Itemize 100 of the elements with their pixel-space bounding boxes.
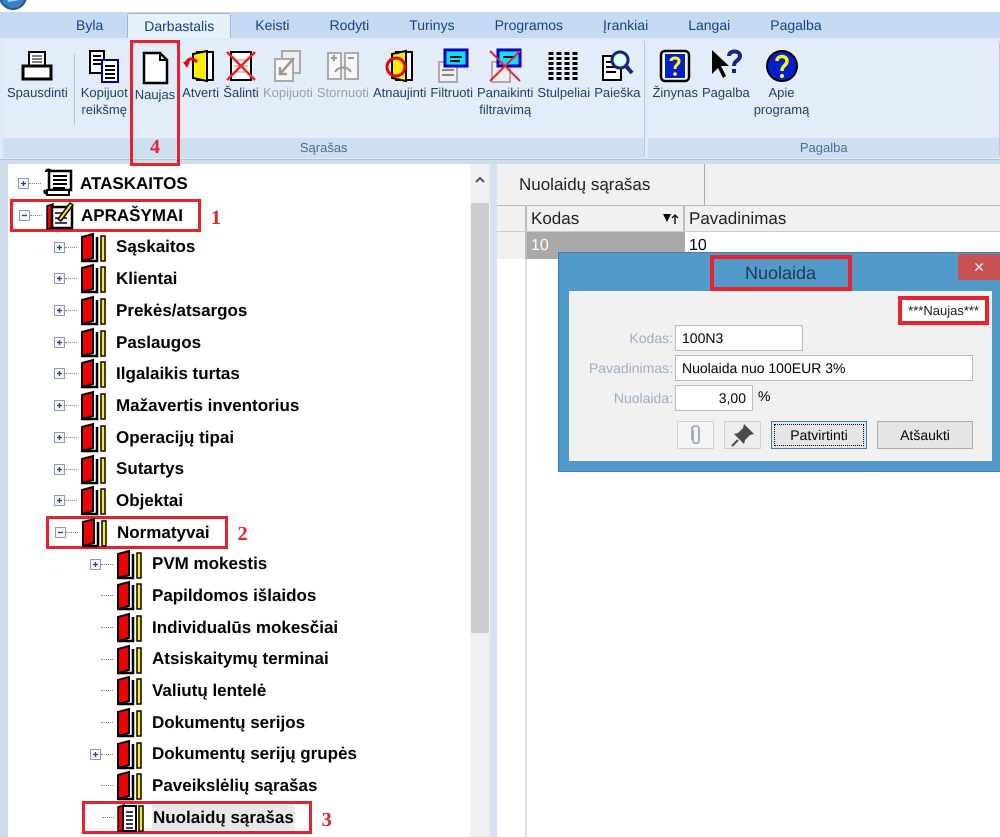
book-icon (115, 738, 145, 770)
expand-icon[interactable] (54, 495, 65, 506)
book-icon (115, 707, 145, 738)
column-header[interactable]: Pavadinimas (685, 206, 1000, 231)
expand-icon[interactable] (90, 748, 101, 760)
tree-item[interactable]: APRAŠYMAI (80, 202, 184, 228)
book-icon (115, 580, 145, 612)
tree-item[interactable]: Individualūs mokesčiai (151, 614, 340, 640)
tree-item[interactable]: Operacijų tipai (115, 424, 236, 450)
ribbon-tab[interactable]: Rodyti (310, 13, 390, 38)
tree-item[interactable]: Valiutų lentelė (151, 678, 268, 704)
book-icon (115, 675, 145, 706)
toolbar-button[interactable]: Žinynas (650, 48, 700, 101)
ribbon-tab[interactable]: Įrankiai (583, 13, 668, 38)
toolbar-button[interactable]: Atnaujinti (370, 48, 428, 101)
dialog-button[interactable]: Patvirtinti (771, 421, 867, 449)
toolbar-button[interactable]: Stulpeliai (535, 48, 592, 101)
book-icon (115, 770, 145, 802)
tree-item[interactable]: PVM mokestis (151, 551, 268, 577)
tree-item[interactable]: Papildomos išlaidos (151, 583, 318, 609)
expand-icon[interactable] (18, 178, 29, 190)
collapse-icon[interactable] (55, 526, 66, 538)
field-label: Nuolaida: (612, 388, 674, 408)
callout-number: 4 (150, 136, 160, 158)
field-label: Kodas: (628, 328, 674, 348)
book-icon (115, 548, 145, 580)
ribbon-tab[interactable]: Pagalba (750, 13, 842, 38)
dialog-title: Nuolaida (710, 255, 852, 291)
toolbar-button[interactable]: Atverti (180, 48, 222, 101)
expand-icon[interactable] (54, 464, 65, 475)
expand-icon[interactable] (54, 336, 65, 348)
tree-item[interactable]: Sąskaitos (115, 234, 196, 260)
expand-icon[interactable] (54, 432, 65, 443)
tree-item[interactable]: Sutartys (115, 456, 186, 482)
search-icon (599, 48, 636, 84)
toolbar-button[interactable]: Spausdinti (5, 48, 70, 101)
tree-item[interactable]: Dokumentų serijos (151, 710, 306, 736)
ribbon-tab[interactable]: Byla (56, 13, 124, 38)
book-icon (79, 358, 109, 390)
tree-item[interactable]: Paslaugos (115, 330, 202, 356)
expand-icon[interactable] (54, 400, 65, 412)
ribbon-tab[interactable]: Turinys (389, 13, 475, 38)
tree-item[interactable]: Objektai (115, 488, 184, 514)
toolbar-button[interactable]: Filtruoti (428, 48, 476, 101)
toolbar-button[interactable]: Pagalba (700, 48, 752, 101)
tree-item[interactable]: Klientai (115, 266, 178, 292)
callout-number: 2 (238, 523, 248, 546)
expand-icon[interactable] (54, 368, 65, 380)
tree-item[interactable]: Dokumentų serijų grupės (151, 741, 358, 767)
crossed-filter-icon (487, 48, 524, 84)
book-icon (79, 263, 109, 294)
scrollbar[interactable] (470, 164, 490, 837)
book-icon (79, 326, 109, 358)
close-button[interactable]: × (958, 254, 1000, 280)
scrollbar-thumb[interactable] (471, 203, 489, 633)
dialog-button[interactable]: Atšaukti (877, 421, 973, 449)
table-cell-text: 10 (688, 236, 708, 256)
question-book-icon (657, 48, 694, 84)
toolbar-button[interactable]: Paieška (592, 48, 642, 101)
ribbon-tab[interactable]: Langai (668, 13, 750, 38)
book-icon (79, 390, 109, 422)
callout-number: 3 (322, 808, 332, 831)
unit-label: % (758, 386, 770, 406)
input-field[interactable]: 3,00 (675, 385, 753, 411)
list-book-icon (116, 802, 146, 834)
collapse-icon[interactable] (19, 210, 30, 222)
toolbar-button[interactable]: Šalinti (221, 48, 262, 101)
expand-icon[interactable] (90, 558, 101, 570)
tree-item[interactable]: Atsiskaitymų terminai (151, 646, 330, 672)
tree-item[interactable]: Mažavertis inventorius (115, 392, 300, 418)
notepad-pencil-icon (44, 200, 74, 232)
scroll-up-icon[interactable] (475, 176, 485, 183)
tree-item[interactable]: Ilgalaikis turtas (115, 361, 241, 387)
expand-icon[interactable] (54, 305, 65, 316)
sort-icon[interactable] (663, 212, 679, 224)
ribbon-tab[interactable]: Keisti (235, 13, 310, 38)
tree-item[interactable]: Prekės/atsargos (115, 298, 248, 324)
toolbar-button[interactable]: Naujas (132, 50, 178, 103)
book-icon (79, 422, 109, 453)
icon-button[interactable] (724, 421, 761, 449)
toolbar-button[interactable]: Kopijuot reikšmę (78, 48, 130, 118)
book-icon (80, 516, 110, 548)
book-icon (115, 644, 145, 675)
callout-number: 1 (211, 206, 222, 229)
group-label: Pagalba (648, 138, 999, 158)
expand-icon[interactable] (54, 242, 65, 253)
pushpin-icon (730, 422, 756, 448)
input-field[interactable]: 100N3 (675, 325, 803, 351)
ribbon-tab[interactable]: Programos (474, 13, 584, 38)
book-icon (115, 612, 145, 643)
input-field[interactable]: Nuolaida nuo 100EUR 3% (675, 355, 973, 381)
tree-item[interactable]: Paveikslėlių sąrašas (151, 773, 318, 799)
tree-item[interactable]: Nuolaidų sąrašas (152, 804, 295, 830)
ribbon-tab[interactable]: Darbastalis (127, 13, 232, 38)
toolbar-button[interactable]: Apie programą (752, 48, 812, 118)
tree-item[interactable]: Normatyvai (116, 520, 211, 546)
tree-item[interactable]: ATASKAITOS (79, 171, 189, 197)
paperclip-icon (688, 424, 702, 446)
toolbar-button[interactable]: Panaikinti filtravimą (475, 48, 536, 118)
expand-icon[interactable] (54, 273, 65, 284)
